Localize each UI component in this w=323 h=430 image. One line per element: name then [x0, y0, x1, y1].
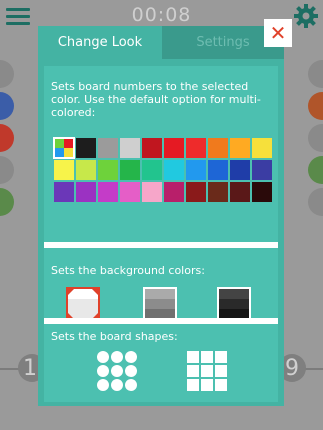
- color-swatch[interactable]: [142, 182, 162, 202]
- color-swatch[interactable]: [98, 160, 118, 180]
- shape-option-squares[interactable]: [186, 350, 228, 392]
- shape-description: Sets the board shapes:: [51, 330, 178, 343]
- close-button[interactable]: ✕: [264, 19, 292, 47]
- background-description: Sets the background colors:: [51, 264, 205, 277]
- close-icon: ✕: [269, 21, 287, 45]
- board-cell: [308, 124, 323, 152]
- board-cell: [0, 60, 14, 88]
- board-cell: [0, 188, 14, 216]
- color-swatch-multi[interactable]: [53, 137, 75, 159]
- color-swatch[interactable]: [76, 182, 96, 202]
- color-swatch[interactable]: [120, 182, 140, 202]
- board-cell: [0, 156, 14, 184]
- color-swatch[interactable]: [230, 182, 250, 202]
- number-color-description: Sets board numbers to the selected color…: [51, 80, 261, 119]
- color-swatch[interactable]: [186, 182, 206, 202]
- color-swatch[interactable]: [230, 138, 250, 158]
- board-number: 1: [23, 356, 37, 381]
- color-swatch[interactable]: [98, 138, 118, 158]
- color-swatch[interactable]: [208, 160, 228, 180]
- color-swatch-grid: [53, 137, 272, 202]
- color-swatch[interactable]: [186, 138, 206, 158]
- change-look-dialog: Change Look Settings ✕ Sets board number…: [38, 19, 292, 406]
- board-cell: [0, 92, 14, 120]
- board-cell: [0, 124, 14, 152]
- color-swatch[interactable]: [76, 160, 96, 180]
- color-swatch[interactable]: [252, 138, 272, 158]
- color-swatch[interactable]: [164, 160, 184, 180]
- gear-icon[interactable]: [293, 3, 319, 29]
- color-swatch[interactable]: [252, 182, 272, 202]
- color-swatch[interactable]: [54, 182, 74, 202]
- background-option-gray[interactable]: [143, 287, 177, 321]
- color-swatch[interactable]: [208, 182, 228, 202]
- color-swatch[interactable]: [164, 182, 184, 202]
- background-option-light[interactable]: [66, 287, 100, 321]
- color-swatch[interactable]: [142, 160, 162, 180]
- color-swatch[interactable]: [230, 160, 250, 180]
- board-cell: [308, 60, 323, 88]
- color-swatch[interactable]: [208, 138, 228, 158]
- color-swatch[interactable]: [120, 160, 140, 180]
- board-cell: [308, 188, 323, 216]
- board-cell: [308, 92, 323, 120]
- color-swatch[interactable]: [186, 160, 206, 180]
- number-color-section: Sets board numbers to the selected color…: [44, 66, 278, 242]
- color-swatch[interactable]: [54, 160, 74, 180]
- color-swatch[interactable]: [252, 160, 272, 180]
- color-swatch[interactable]: [98, 182, 118, 202]
- color-swatch[interactable]: [164, 138, 184, 158]
- board-cell: [308, 156, 323, 184]
- tab-change-look[interactable]: Change Look: [38, 26, 162, 59]
- color-swatch[interactable]: [142, 138, 162, 158]
- color-swatch[interactable]: [120, 138, 140, 158]
- board-number: 9: [285, 356, 299, 381]
- background-option-dark[interactable]: [217, 287, 251, 321]
- color-swatch[interactable]: [76, 138, 96, 158]
- shape-option-circles[interactable]: [96, 350, 138, 392]
- board-shape-section: Sets the board shapes:: [44, 324, 278, 402]
